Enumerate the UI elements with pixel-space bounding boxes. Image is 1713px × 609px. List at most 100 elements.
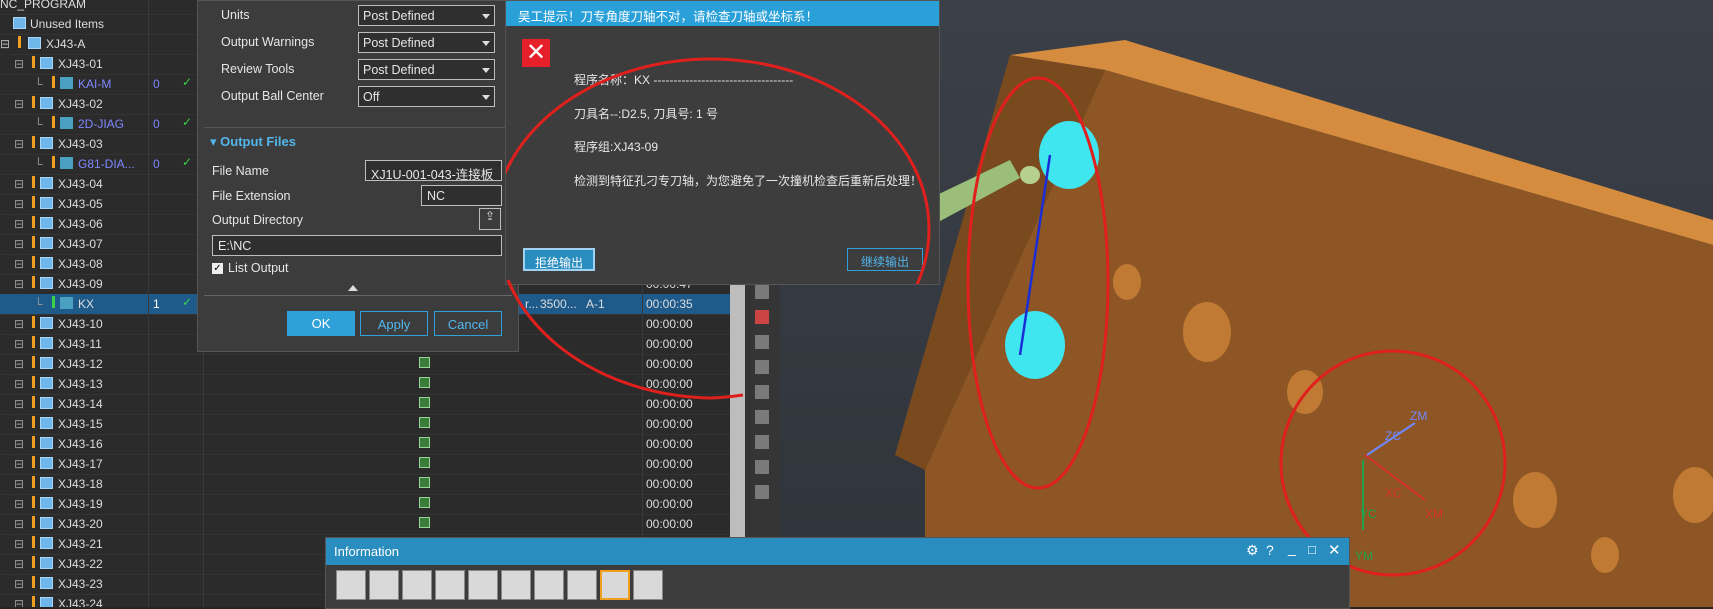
cut-icon[interactable] [402, 570, 432, 600]
expand-icon[interactable]: ⊟ [14, 237, 24, 251]
expand-icon[interactable]: ⊟ [14, 257, 24, 271]
machine-time: 00:00:00 [646, 357, 693, 371]
continue-output-button[interactable]: 继续输出 [847, 248, 923, 271]
help-icon[interactable]: ? [1266, 542, 1274, 558]
minimize-icon[interactable]: _ [1288, 540, 1296, 556]
collapse-icon[interactable]: ⊟ [0, 37, 10, 51]
units-select[interactable]: Post Defined [358, 5, 495, 26]
expand-icon[interactable]: ⊟ [14, 497, 24, 511]
copy-icon[interactable] [435, 570, 465, 600]
ball-center-select[interactable]: Off [358, 86, 495, 107]
expand-icon[interactable]: ⊟ [14, 197, 24, 211]
warning-icon [32, 316, 35, 328]
expand-icon[interactable]: ⊟ [14, 597, 24, 607]
check-icon: ✓ [182, 295, 193, 309]
review-select[interactable]: Post Defined [358, 59, 495, 80]
binoculars-icon[interactable] [567, 570, 597, 600]
operation-icon [60, 117, 73, 129]
expand-icon[interactable]: ⊟ [14, 557, 24, 571]
extension-input[interactable]: NC [421, 185, 502, 206]
folder-icon [40, 237, 53, 249]
expand-icon[interactable]: ⊟ [14, 437, 24, 451]
expand-icon[interactable]: ⊟ [14, 417, 24, 431]
expand-icon[interactable]: ⊟ [14, 177, 24, 191]
output-files-header[interactable]: ▾ Output Files [210, 134, 296, 150]
expand-icon[interactable]: ⊟ [14, 577, 24, 591]
tool-icon[interactable] [755, 335, 769, 349]
tool-icon[interactable] [755, 435, 769, 449]
program-status-icon [419, 397, 430, 408]
tree-program-row[interactable]: ⊟ XJ43-20 00:00:00 [0, 514, 730, 535]
tool-column: r... [525, 297, 539, 311]
word-wrap-icon[interactable] [600, 570, 630, 600]
target-icon[interactable] [534, 570, 564, 600]
ok-button[interactable]: OK [287, 311, 355, 336]
expand-icon[interactable]: ⊟ [14, 357, 24, 371]
list-output-checkbox[interactable]: ✓ [212, 263, 223, 274]
tool-icon[interactable] [755, 485, 769, 499]
expand-icon[interactable]: ⊟ [14, 537, 24, 551]
tree-program-row[interactable]: ⊟ XJ43-18 00:00:00 [0, 474, 730, 495]
warning-icon [32, 356, 35, 368]
tool-icon[interactable] [755, 285, 769, 299]
warning-icon [32, 376, 35, 388]
folder-icon [40, 97, 53, 109]
delete-icon[interactable] [501, 570, 531, 600]
tree-program-row[interactable]: ⊟ XJ43-15 00:00:00 [0, 414, 730, 435]
cancel-button[interactable]: Cancel [434, 311, 502, 336]
expand-icon[interactable]: ⊟ [14, 397, 24, 411]
gear-icon[interactable]: ⚙ [1246, 542, 1259, 559]
expand-icon[interactable]: ⊟ [14, 277, 24, 291]
expand-icon[interactable]: ⊟ [14, 457, 24, 471]
paste-icon[interactable] [468, 570, 498, 600]
expand-icon[interactable]: ⊟ [14, 57, 24, 71]
file-name-input[interactable]: XJ1U-001-043-连接板 [365, 160, 502, 181]
machine-time: 00:00:00 [646, 437, 693, 451]
tree-program-row[interactable]: ⊟ XJ43-19 00:00:00 [0, 494, 730, 515]
tool-icon[interactable] [755, 460, 769, 474]
print-icon[interactable] [369, 570, 399, 600]
tree-program-row[interactable]: ⊟ XJ43-13 00:00:00 [0, 374, 730, 395]
expand-icon[interactable]: ⊟ [14, 97, 24, 111]
tool-icon[interactable] [755, 310, 769, 324]
operation-icon [60, 77, 73, 89]
save-icon[interactable] [336, 570, 366, 600]
tree-program-row[interactable]: ⊟ XJ43-14 00:00:00 [0, 394, 730, 415]
expand-icon[interactable]: ⊟ [14, 377, 24, 391]
tool-icon[interactable] [755, 410, 769, 424]
reject-output-button[interactable]: 拒绝输出 [523, 248, 595, 271]
file-name-label: File Name [212, 164, 269, 178]
expand-icon[interactable]: ⊟ [14, 137, 24, 151]
expand-icon[interactable]: ⊟ [14, 337, 24, 351]
program-status-icon [419, 357, 430, 368]
tree-item-label: XJ43-22 [58, 557, 103, 571]
tool-icon[interactable] [755, 360, 769, 374]
apply-button[interactable]: Apply [360, 311, 428, 336]
tree-item-label: XJ43-05 [58, 197, 103, 211]
tree-program-row[interactable]: ⊟ XJ43-17 00:00:00 [0, 454, 730, 475]
maximize-icon[interactable]: □ [1308, 542, 1316, 557]
warning-icon [32, 516, 35, 528]
tree-program-row[interactable]: ⊟ XJ43-12 00:00:00 [0, 354, 730, 375]
collapse-arrow-icon[interactable] [348, 285, 358, 291]
minus-icon[interactable] [633, 570, 663, 600]
expand-icon[interactable]: ⊟ [14, 477, 24, 491]
tool-icon[interactable] [755, 385, 769, 399]
expand-icon[interactable]: ⊟ [14, 317, 24, 331]
expand-icon[interactable]: ⊟ [14, 217, 24, 231]
expand-icon[interactable]: ⊟ [14, 517, 24, 531]
tree-item-label: XJ43-13 [58, 377, 103, 391]
tree-program-row[interactable]: ⊟ XJ43-16 00:00:00 [0, 434, 730, 455]
close-icon[interactable]: ✕ [1328, 541, 1341, 559]
directory-input[interactable]: E:\NC [212, 235, 502, 256]
folder-icon [40, 337, 53, 349]
folder-icon [40, 417, 53, 429]
browse-folder-icon[interactable]: ⇪ [479, 208, 501, 230]
warnings-select[interactable]: Post Defined [358, 32, 495, 53]
tree-item-label: 2D-JIAG [78, 117, 125, 131]
tree-connector: └ [34, 77, 43, 91]
tree-unused-label: Unused Items [30, 17, 105, 31]
xc-label: XC [1385, 486, 1402, 500]
tree-item-label: KAI-M [78, 77, 112, 91]
warning-icon [32, 456, 35, 468]
